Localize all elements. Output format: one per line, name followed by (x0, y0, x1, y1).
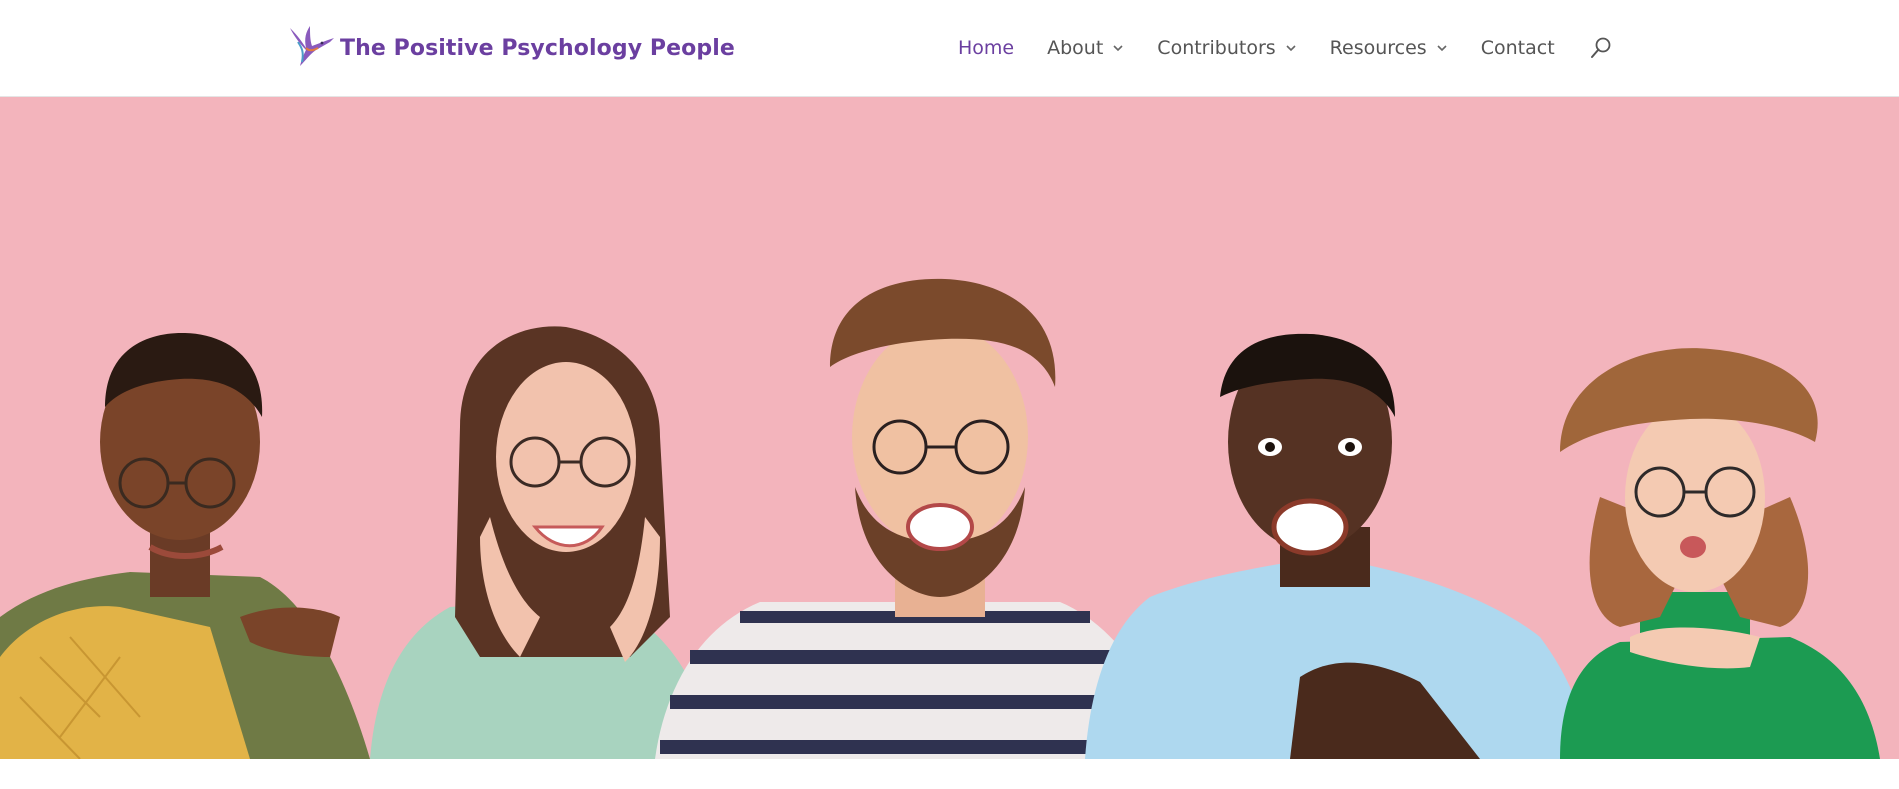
nav-item-about[interactable]: About (1047, 37, 1124, 59)
search-button[interactable] (1588, 35, 1614, 61)
nav-label: Resources (1329, 37, 1427, 59)
chevron-down-icon (1113, 45, 1123, 52)
hummingbird-icon (284, 22, 336, 74)
chevron-down-icon (1437, 45, 1447, 52)
chevron-down-icon (1286, 45, 1296, 52)
search-icon (1590, 37, 1611, 58)
nav-item-contact[interactable]: Contact (1481, 37, 1555, 59)
nav-label: About (1047, 37, 1104, 59)
hero-banner (0, 97, 1899, 759)
nav-item-home[interactable]: Home (958, 37, 1014, 59)
group-of-five-smiling-people-image (0, 97, 1899, 759)
site-logo[interactable]: The Positive Psychology People (284, 24, 735, 72)
nav-label: Home (958, 37, 1015, 59)
nav-item-resources[interactable]: Resources (1330, 37, 1448, 59)
site-title: The Positive Psychology People (340, 35, 735, 61)
main-navigation: Home About Contributors Resources Contac… (958, 0, 1614, 96)
site-header: The Positive Psychology People Home Abou… (0, 0, 1899, 96)
nav-label: Contact (1480, 37, 1555, 59)
nav-label: Contributors (1157, 37, 1276, 59)
nav-item-contributors[interactable]: Contributors (1157, 37, 1296, 59)
